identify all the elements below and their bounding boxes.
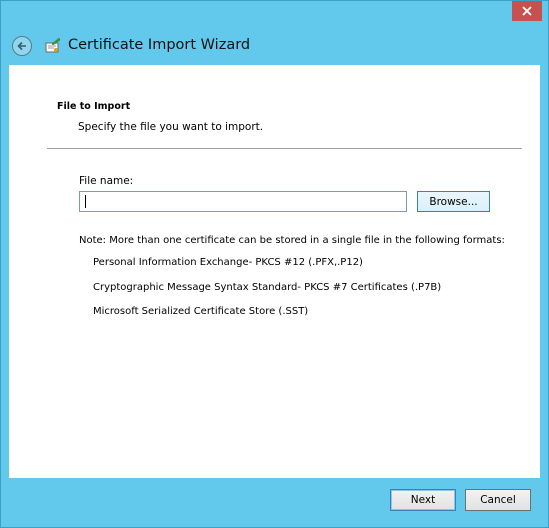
wizard-header: Certificate Import Wizard xyxy=(1,27,548,65)
close-icon xyxy=(522,6,532,16)
browse-button[interactable]: Browse... xyxy=(417,191,490,212)
format-item: Microsoft Serialized Certificate Store (… xyxy=(93,306,309,317)
text-caret xyxy=(85,195,86,208)
format-item: Cryptographic Message Syntax Standard- P… xyxy=(93,282,442,293)
back-button[interactable] xyxy=(12,36,32,56)
close-button[interactable] xyxy=(512,1,542,21)
section-title: File to Import xyxy=(57,101,131,112)
section-description: Specify the file you want to import. xyxy=(78,121,264,133)
cancel-button[interactable]: Cancel xyxy=(465,489,531,511)
formats-note: Note: More than one certificate can be s… xyxy=(79,235,505,246)
divider xyxy=(47,148,522,149)
format-item: Personal Information Exchange- PKCS #12 … xyxy=(93,257,363,268)
file-name-input[interactable] xyxy=(79,191,407,212)
certificate-icon xyxy=(45,37,61,53)
next-button[interactable]: Next xyxy=(390,489,456,511)
wizard-content: File to Import Specify the file you want… xyxy=(9,65,540,478)
window-title: Certificate Import Wizard xyxy=(68,37,251,53)
wizard-window: Certificate Import Wizard File to Import… xyxy=(0,0,549,528)
file-name-label: File name: xyxy=(79,175,134,187)
back-arrow-icon xyxy=(17,41,26,51)
